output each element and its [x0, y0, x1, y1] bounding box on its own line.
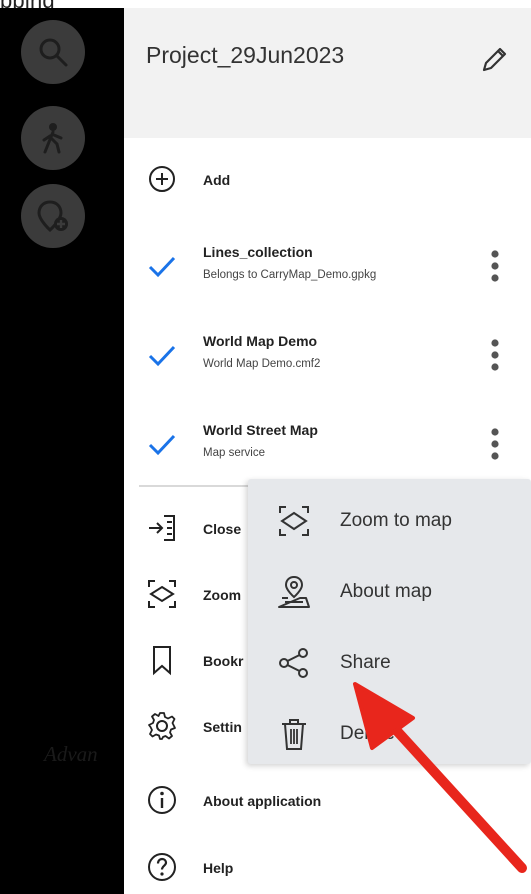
layer-subtitle: Belongs to CarryMap_Demo.gpkg: [203, 269, 377, 281]
search-icon: [39, 38, 68, 67]
add-point-button[interactable]: [21, 184, 85, 248]
zoom-to-map-icon: [279, 506, 309, 536]
layer-subtitle: World Map Demo.cmf2: [203, 358, 321, 370]
about-application-item[interactable]: About application: [124, 780, 531, 820]
check-icon[interactable]: [146, 428, 178, 460]
about-application-label: About application: [203, 793, 322, 809]
more-options-icon[interactable]: [484, 335, 506, 375]
more-options-icon[interactable]: [484, 424, 506, 464]
check-icon[interactable]: [146, 250, 178, 282]
context-item-share[interactable]: Share: [248, 633, 531, 693]
navigation-button[interactable]: [21, 106, 85, 170]
add-label: Add: [203, 172, 231, 188]
trash-icon: [282, 719, 306, 750]
info-icon: [148, 786, 176, 814]
help-label: Help: [203, 860, 234, 876]
layer-item[interactable]: Lines_collection Belongs to CarryMap_Dem…: [124, 240, 531, 300]
drawer-header: Project_29Jun2023: [124, 8, 531, 138]
map-label-text: Advan: [44, 742, 98, 766]
layer-name: World Street Map: [203, 422, 318, 438]
share-icon: [279, 648, 308, 678]
map-pin-icon: [278, 575, 310, 608]
layer-name: Lines_collection: [203, 244, 313, 260]
close-map-icon: [149, 515, 175, 541]
close-label: Close: [203, 521, 242, 537]
layer-subtitle: Map service: [203, 447, 265, 459]
walking-person-icon: [42, 123, 63, 154]
context-item-delete[interactable]: Delete: [248, 704, 531, 764]
add-location-icon: [37, 200, 68, 233]
layer-name: World Map Demo: [203, 333, 318, 349]
context-label: Zoom to map: [340, 510, 452, 531]
search-button[interactable]: [21, 20, 85, 84]
check-icon[interactable]: [146, 339, 178, 371]
context-item-about-map[interactable]: About map: [248, 562, 531, 622]
context-label: Delete: [340, 723, 395, 744]
more-options-icon[interactable]: [484, 246, 506, 286]
cropped-caption: pping: [0, 0, 55, 13]
edit-project-button[interactable]: [476, 42, 512, 78]
zoom-label: Zoom: [203, 587, 242, 603]
bookmarks-label: Bookr: [203, 653, 244, 669]
zoom-extent-icon: [148, 580, 176, 608]
pencil-icon: [482, 47, 507, 72]
add-circle-icon: [149, 166, 175, 192]
layer-item[interactable]: World Street Map Map service: [124, 418, 531, 478]
layer-item[interactable]: World Map Demo World Map Demo.cmf2: [124, 329, 531, 389]
context-item-zoom-to-map[interactable]: Zoom to map: [248, 491, 531, 551]
settings-label: Settin: [203, 719, 242, 735]
context-label: Share: [340, 652, 391, 673]
add-layer-item[interactable]: Add: [124, 163, 531, 197]
help-icon: [148, 853, 176, 881]
gear-icon: [148, 712, 176, 740]
bookmark-icon: [153, 646, 171, 676]
layer-context-menu: Zoom to map About map Share Delete: [248, 479, 531, 764]
project-title: Project_29Jun2023: [146, 42, 345, 68]
map-area[interactable]: Advan: [0, 8, 124, 894]
context-label: About map: [340, 581, 432, 602]
help-item[interactable]: Help: [124, 847, 531, 887]
